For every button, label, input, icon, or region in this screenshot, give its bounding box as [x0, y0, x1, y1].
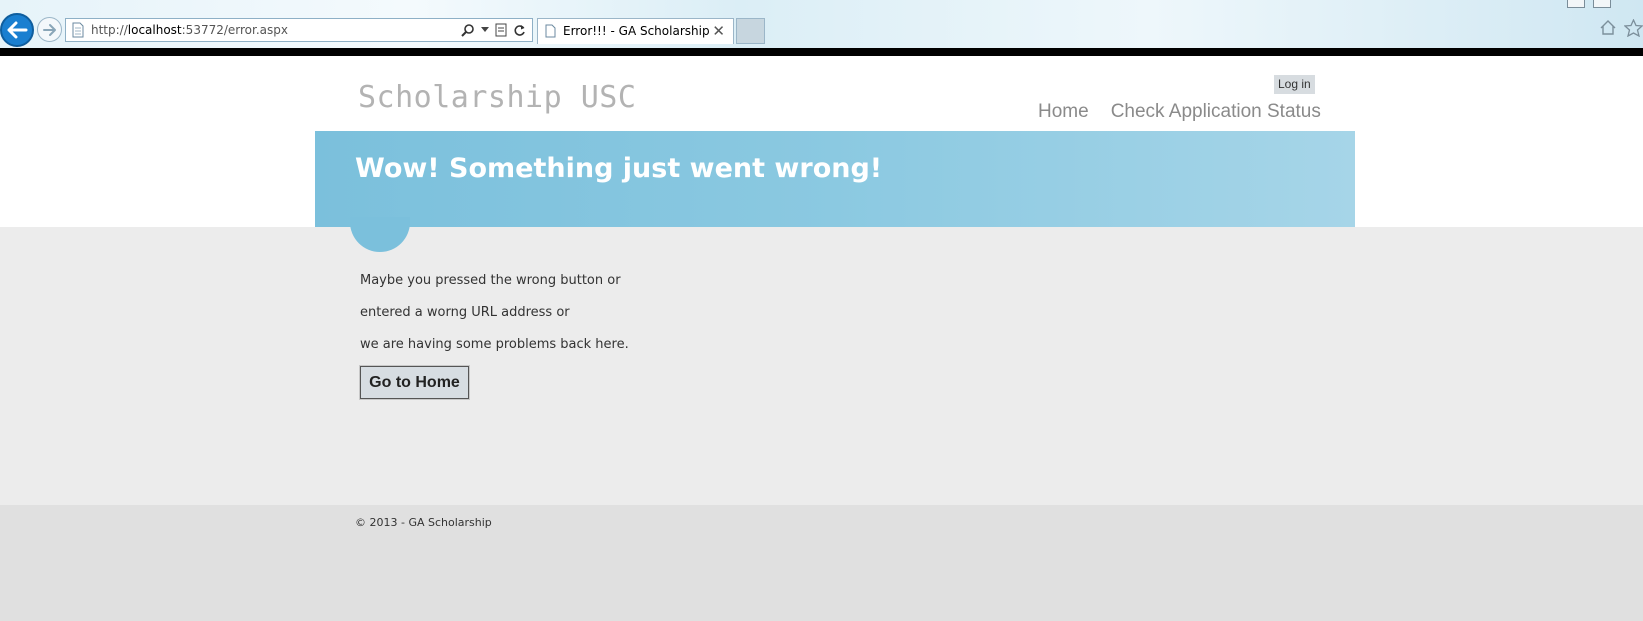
site-title[interactable]: Scholarship USC: [358, 80, 636, 115]
back-arrow-icon: [7, 21, 28, 39]
restore-window-button[interactable]: [1567, 0, 1585, 8]
main-nav: Home Check Application Status: [1038, 101, 1321, 123]
dropdown-icon[interactable]: [481, 27, 489, 33]
tab-close-icon[interactable]: ✕: [712, 19, 725, 44]
error-message-line: we are having some problems back here.: [360, 337, 629, 352]
main-content: Maybe you pressed the wrong button or en…: [0, 217, 1643, 505]
page-title: Wow! Something just went wrong!: [355, 153, 883, 184]
compat-view-icon[interactable]: [495, 23, 507, 37]
address-bar[interactable]: http://localhost:53772/error.aspx: [65, 18, 533, 42]
page-icon: [545, 24, 556, 38]
page-footer: © 2013 - GA Scholarship: [0, 505, 1643, 621]
new-tab-button[interactable]: [736, 18, 765, 44]
url-text: http://localhost:53772/error.aspx: [91, 23, 288, 37]
favorites-star-icon[interactable]: [1624, 19, 1643, 37]
page-icon: [72, 22, 84, 38]
nav-item-home[interactable]: Home: [1038, 101, 1089, 123]
forward-button[interactable]: [37, 17, 62, 42]
browser-toolbar: http://localhost:53772/error.aspx Error!…: [0, 0, 1643, 48]
banner-decoration: [350, 217, 410, 252]
nav-item-check-application-status[interactable]: Check Application Status: [1111, 101, 1321, 123]
featured-banner: Wow! Something just went wrong!: [315, 131, 1355, 227]
error-message-line: Maybe you pressed the wrong button or: [360, 273, 621, 288]
toolbar-divider: [0, 48, 1643, 56]
window-menu-button[interactable]: [1593, 0, 1611, 8]
forward-arrow-icon: [42, 23, 56, 36]
home-icon[interactable]: [1599, 19, 1617, 36]
refresh-icon[interactable]: [513, 24, 526, 37]
error-message-line: entered a worng URL address or: [360, 305, 570, 320]
tab-title: Error!!! - GA Scholarship: [563, 24, 710, 38]
go-to-home-button[interactable]: Go to Home: [359, 365, 470, 400]
browser-tab[interactable]: Error!!! - GA Scholarship ✕: [537, 18, 734, 44]
copyright-text: © 2013 - GA Scholarship: [355, 516, 492, 529]
back-button[interactable]: [0, 13, 34, 47]
login-link[interactable]: Log in: [1274, 75, 1315, 94]
search-icon[interactable]: [461, 23, 475, 37]
